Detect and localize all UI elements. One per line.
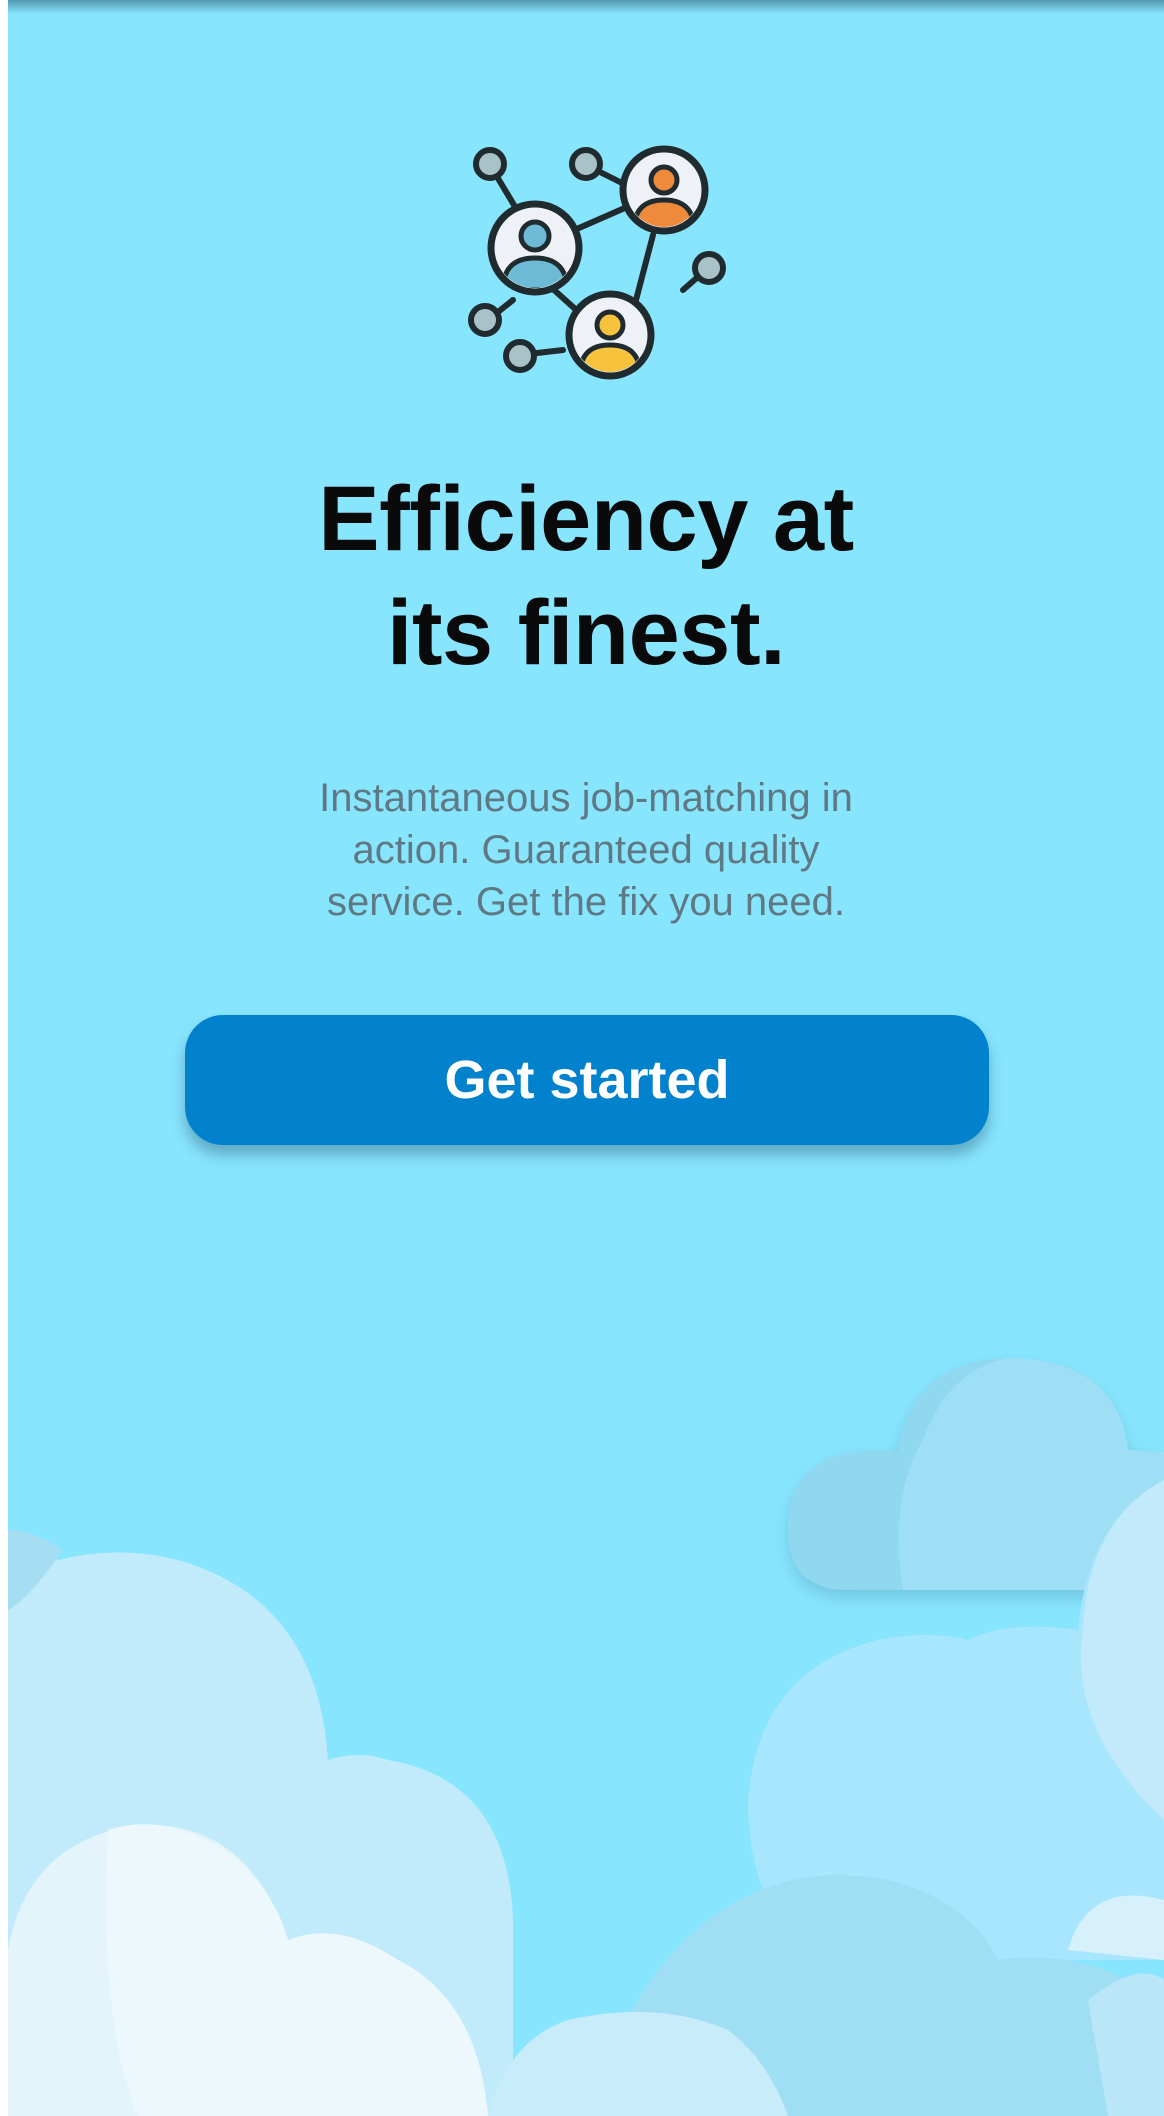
get-started-label: Get started bbox=[444, 1050, 730, 1110]
clouds-illustration bbox=[8, 1358, 1164, 2116]
subtitle-line-1: Instantaneous job-matching in bbox=[319, 776, 853, 820]
status-bar-shadow bbox=[8, 0, 1164, 14]
subtitle-line-3: service. Get the fix you need. bbox=[326, 880, 846, 924]
get-started-button[interactable]: Get started bbox=[185, 1015, 989, 1145]
onboarding-screen: Efficiency at its finest. Instantaneous … bbox=[8, 0, 1164, 2116]
network-people-icon bbox=[468, 145, 726, 380]
headline-line-2: its finest. bbox=[386, 582, 786, 684]
headline-line-1: Efficiency at bbox=[318, 468, 854, 570]
app-frame: Efficiency at its finest. Instantaneous … bbox=[0, 0, 1164, 2116]
page-title: Efficiency at its finest. bbox=[8, 462, 1164, 690]
subtitle-line-2: action. Guaranteed quality bbox=[352, 828, 820, 872]
subtitle-text: Instantaneous job-matching in action. Gu… bbox=[238, 772, 934, 928]
